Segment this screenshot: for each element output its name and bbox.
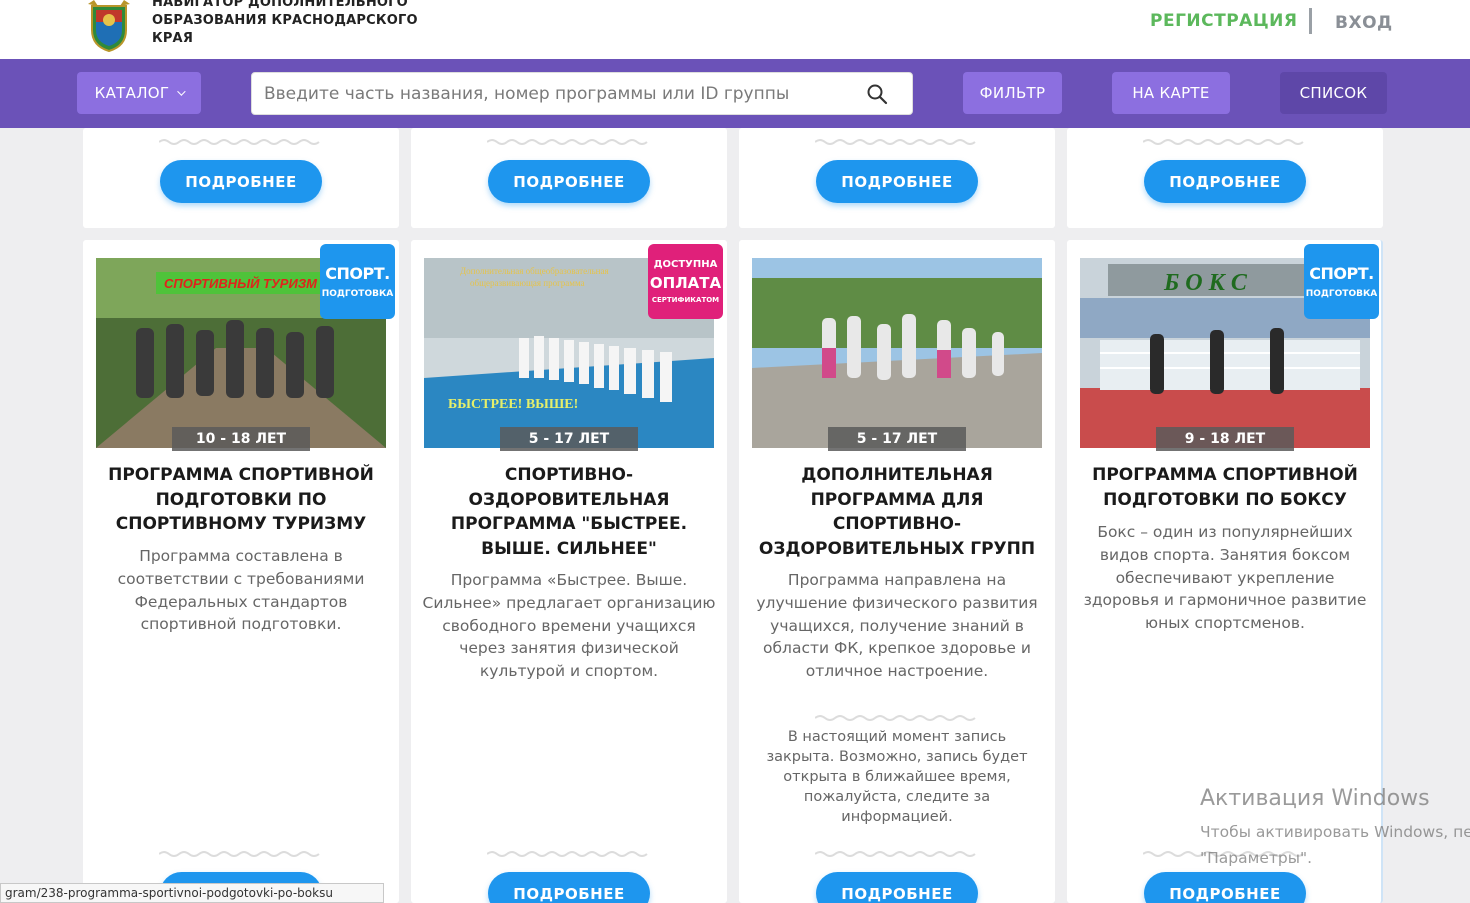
program-card-top-2: ПОДРОБНЕЕ bbox=[411, 128, 727, 228]
photo-image bbox=[752, 258, 1042, 448]
badge-main-text: СПОРТ. bbox=[1309, 264, 1374, 283]
sport-training-badge: СПОРТ. ПОДГОТОВКА bbox=[320, 244, 395, 319]
windows-activation-line-2: "Параметры". bbox=[1200, 849, 1313, 867]
photo-caption: Б О К С bbox=[1163, 270, 1248, 296]
search-input[interactable] bbox=[264, 81, 854, 107]
details-button[interactable]: ПОДРОБНЕЕ bbox=[816, 160, 978, 203]
catalog-button[interactable]: КАТАЛОГ bbox=[77, 72, 201, 114]
program-description: Бокс – один из популярнейших видов спорт… bbox=[1083, 523, 1367, 633]
age-range-label: 5 - 17 ЛЕТ bbox=[500, 427, 638, 451]
details-button[interactable]: ПОДРОБНЕЕ bbox=[488, 160, 650, 203]
badge-sub-text: ПОДГОТОВКА bbox=[1305, 289, 1378, 299]
enrollment-closed-notice: В настоящий момент запись закрыта. Возмо… bbox=[766, 729, 1028, 825]
program-card-faster-higher[interactable]: Дополнительная общеобразовательная общер… bbox=[411, 240, 727, 903]
top-header: Навигатор дополнительного образования Кр… bbox=[0, 0, 1470, 59]
badge-sub-text: ПОДГОТОВКА bbox=[321, 289, 394, 299]
windows-activation-line-1: Чтобы активировать Windows, пе bbox=[1200, 823, 1470, 841]
details-button[interactable]: ПОДРОБНЕЕ bbox=[488, 872, 650, 903]
program-card-top-4: ПОДРОБНЕЕ bbox=[1067, 128, 1383, 228]
photo-caption: СПОРТИВНЫЙ ТУРИЗМ bbox=[164, 275, 318, 291]
badge-main-text: ОПЛАТА bbox=[649, 274, 722, 292]
program-title[interactable]: Дополнительная программа для спортивно-о… bbox=[752, 463, 1042, 561]
wave-divider bbox=[815, 851, 976, 857]
search-navbar: КАТАЛОГ ФИЛЬТР НА КАРТЕ СПИСОК bbox=[0, 59, 1470, 128]
list-view-button[interactable]: СПИСОК bbox=[1280, 72, 1387, 114]
photo-caption-2: общеразвивающая программа bbox=[470, 278, 585, 288]
search-icon[interactable] bbox=[866, 83, 888, 105]
program-card-top-1: ПОДРОБНЕЕ bbox=[83, 128, 399, 228]
age-range-label: 5 - 17 ЛЕТ bbox=[828, 427, 966, 451]
wave-divider bbox=[1143, 139, 1304, 145]
program-title[interactable]: Спортивно-оздоровительная программа "Быс… bbox=[424, 463, 714, 561]
program-title[interactable]: Программа спортивной подготовки по спорт… bbox=[96, 463, 386, 537]
photo-caption-3: БЫСТРЕЕ! ВЫШЕ! bbox=[448, 397, 578, 412]
catalog-label: КАТАЛОГ bbox=[94, 84, 170, 102]
header-divider bbox=[1309, 8, 1312, 34]
badge-sub-text: СЕРТИФИКАТОМ bbox=[651, 296, 720, 304]
site-title[interactable]: Навигатор дополнительного образования Кр… bbox=[152, 0, 432, 48]
filter-button[interactable]: ФИЛЬТР bbox=[963, 72, 1062, 114]
program-title[interactable]: Программа спортивной подготовки по боксу bbox=[1080, 463, 1370, 512]
windows-activation-text: Чтобы активировать Windows, пе "Параметр… bbox=[1200, 819, 1470, 871]
photo-caption-1: Дополнительная общеобразовательная bbox=[460, 266, 609, 276]
wave-divider bbox=[815, 139, 976, 145]
program-photo-health-groups[interactable] bbox=[752, 258, 1042, 448]
details-button[interactable]: ПОДРОБНЕЕ bbox=[816, 872, 978, 903]
wave-divider bbox=[487, 139, 648, 145]
program-description: Программа направлена на улучшение физиче… bbox=[756, 571, 1038, 681]
program-description: Программа составлена в соответствии с тр… bbox=[117, 547, 365, 634]
age-range-label: 9 - 18 ЛЕТ bbox=[1156, 427, 1294, 451]
program-description: Программа «Быстрее. Выше. Сильнее» предл… bbox=[422, 571, 716, 681]
wave-divider bbox=[815, 715, 976, 721]
badge-top-text: ДОСТУПНА bbox=[653, 259, 718, 270]
register-link[interactable]: РЕГИСТРАЦИЯ bbox=[1150, 11, 1297, 31]
krasnodar-coat-of-arms-logo[interactable] bbox=[84, 0, 134, 52]
sport-training-badge: СПОРТ. ПОДГОТОВКА bbox=[1304, 244, 1379, 319]
age-range-label: 10 - 18 ЛЕТ bbox=[172, 427, 310, 451]
details-button[interactable]: ПОДРОБНЕЕ bbox=[160, 160, 322, 203]
program-card-tourism[interactable]: СПОРТИВНЫЙ ТУРИЗМ 10 - 18 ЛЕТ СПОРТ. ПОД… bbox=[83, 240, 399, 903]
wave-divider bbox=[487, 851, 648, 857]
search-box[interactable] bbox=[251, 72, 913, 115]
badge-main-text: СПОРТ. bbox=[325, 264, 390, 283]
status-bar-url: gram/238-programma-sportivnoi-podgotovki… bbox=[0, 883, 384, 903]
program-card-top-3: ПОДРОБНЕЕ bbox=[739, 128, 1055, 228]
certificate-payment-badge: ДОСТУПНА ОПЛАТА СЕРТИФИКАТОМ bbox=[648, 244, 723, 319]
wave-divider bbox=[159, 139, 320, 145]
program-card-health-groups[interactable]: 5 - 17 ЛЕТ Дополнительная программа для … bbox=[739, 240, 1055, 903]
details-button[interactable]: ПОДРОБНЕЕ bbox=[1144, 872, 1306, 903]
windows-activation-title: Активация Windows bbox=[1200, 786, 1430, 811]
login-link[interactable]: ВХОД bbox=[1335, 13, 1393, 33]
wave-divider bbox=[159, 851, 320, 857]
map-view-button[interactable]: НА КАРТЕ bbox=[1112, 72, 1230, 114]
chevron-down-icon bbox=[177, 87, 186, 96]
details-button[interactable]: ПОДРОБНЕЕ bbox=[1144, 160, 1306, 203]
